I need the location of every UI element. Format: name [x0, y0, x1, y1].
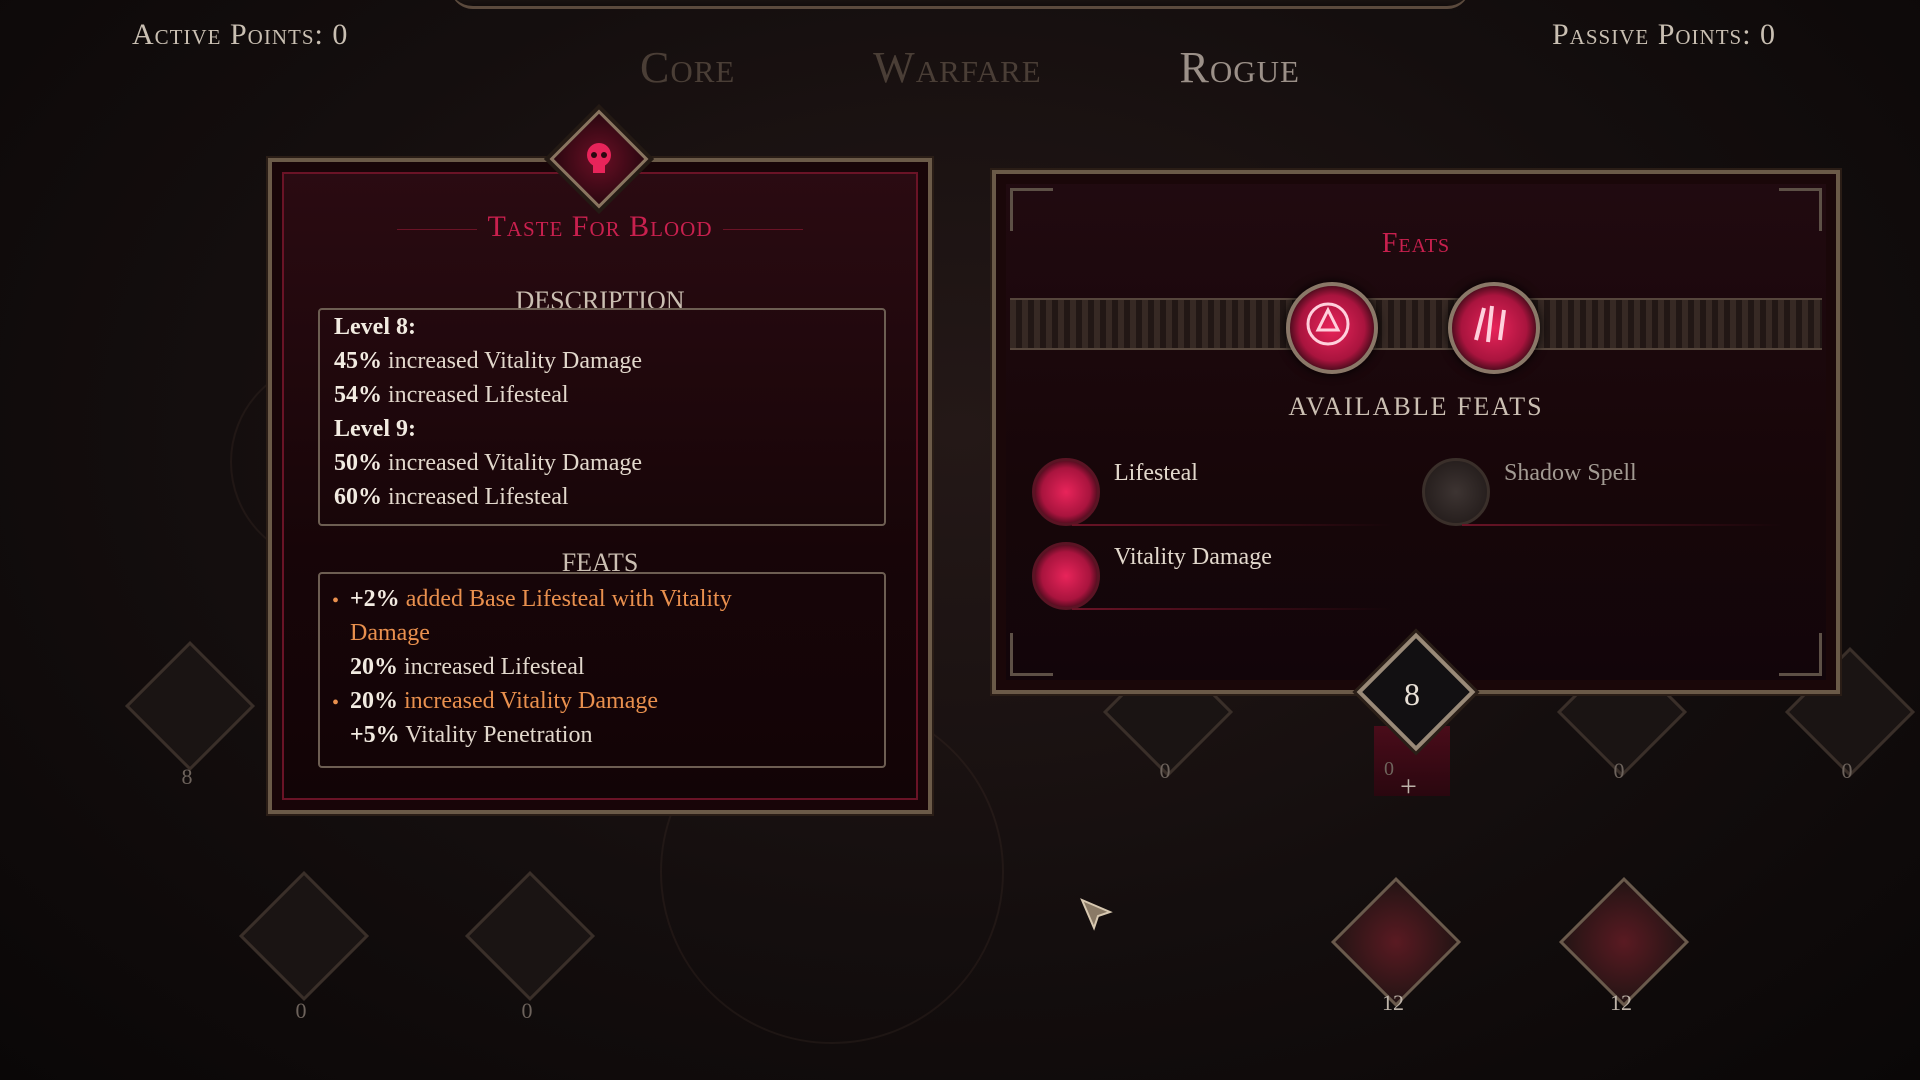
shadow-claw-icon	[1422, 458, 1490, 526]
skill-node-level: 0	[1159, 758, 1171, 783]
description-line: 45% increased Vitality Damage	[334, 348, 643, 374]
feat-option-divider	[1072, 524, 1392, 526]
skill-node[interactable]	[238, 870, 370, 1002]
skill-node-level: 0	[1841, 758, 1853, 783]
corner-ornament	[1779, 633, 1822, 676]
skull-icon	[549, 109, 649, 209]
feat-line: +2% added Base Lifesteal with Vitality	[350, 586, 732, 612]
feats-panel: Feats AVAILABLE FEATS Lifesteal Shadow S…	[992, 170, 1840, 694]
skill-node[interactable]	[1330, 876, 1462, 1008]
equipped-feat-slot-1[interactable]	[1286, 282, 1378, 374]
feat-line: 20% increased Vitality Damage	[350, 688, 659, 714]
skill-node-level: 8	[181, 764, 193, 789]
passive-points-counter: Passive Points: 0	[1552, 18, 1777, 51]
description-line: 60% increased Lifesteal	[334, 484, 569, 510]
feat-line: 20% increased Lifesteal	[350, 654, 585, 680]
feat-line: +5% Vitality Penetration	[350, 722, 593, 748]
skill-node-level: 0	[521, 998, 533, 1023]
add-point-button[interactable]: +	[1400, 770, 1417, 804]
lifesteal-emblem-icon	[1032, 458, 1100, 526]
description-line: Level 9:	[334, 416, 416, 442]
description-line: 54% increased Lifesteal	[334, 382, 569, 408]
tab-rogue[interactable]: Rogue	[1180, 42, 1300, 93]
bullet-icon: •	[332, 692, 340, 714]
cursor-icon	[1080, 898, 1113, 931]
rank-points-spent: 0	[1384, 758, 1394, 780]
equipped-feat-slot-2[interactable]	[1448, 282, 1540, 374]
tab-warfare[interactable]: Warfare	[873, 42, 1042, 93]
skill-info-panel: Taste For Blood DESCRIPTION Level 8: 45%…	[268, 109, 932, 814]
vitality-claw-icon	[1032, 542, 1100, 610]
feat-option-label: Lifesteal	[1114, 460, 1198, 486]
skill-node[interactable]	[464, 870, 596, 1002]
top-frame-arc	[450, 0, 1470, 9]
feats-panel-title: Feats	[1381, 228, 1451, 259]
feat-option-divider	[1462, 524, 1782, 526]
feat-option-label: Shadow Spell	[1504, 460, 1637, 486]
vitality-claw-icon	[1474, 305, 1506, 343]
active-points-counter: Active Points: 0	[132, 18, 349, 51]
skill-node-level: 12	[1610, 990, 1632, 1015]
feat-option-divider	[1072, 608, 1392, 610]
skill-tree-tabs: Core Warfare Rogue	[640, 42, 1300, 93]
tab-core[interactable]: Core	[640, 42, 735, 93]
bullet-icon: •	[332, 590, 340, 612]
meander-band	[1010, 298, 1822, 350]
feat-line: Damage	[350, 620, 430, 646]
skill-rank-value: 8	[1404, 676, 1420, 712]
skill-title: Taste For Blood	[272, 210, 928, 244]
description-line: Level 8:	[334, 314, 416, 340]
skill-node[interactable]	[124, 640, 256, 772]
description-line: 50% increased Vitality Damage	[334, 450, 643, 476]
description-box: Level 8: 45% increased Vitality Damage 5…	[318, 308, 886, 526]
corner-ornament	[1010, 188, 1053, 231]
skill-node-level: 0	[1613, 758, 1625, 783]
corner-ornament	[1779, 188, 1822, 231]
feats-box: • +2% added Base Lifesteal with Vitality…	[318, 572, 886, 768]
skill-node-level: 0	[295, 998, 307, 1023]
lifesteal-emblem-icon	[1306, 302, 1350, 346]
feat-option-lifesteal[interactable]: Lifesteal	[1032, 456, 1392, 530]
available-feats-heading: AVAILABLE FEATS	[1288, 392, 1544, 421]
skill-node-level: 12	[1382, 990, 1404, 1015]
feat-option-label: Vitality Damage	[1114, 544, 1272, 570]
skill-node[interactable]	[1558, 876, 1690, 1008]
feat-option-shadow-spell[interactable]: Shadow Spell	[1422, 456, 1782, 530]
feat-option-vitality-damage[interactable]: Vitality Damage	[1032, 540, 1392, 614]
corner-ornament	[1010, 633, 1053, 676]
